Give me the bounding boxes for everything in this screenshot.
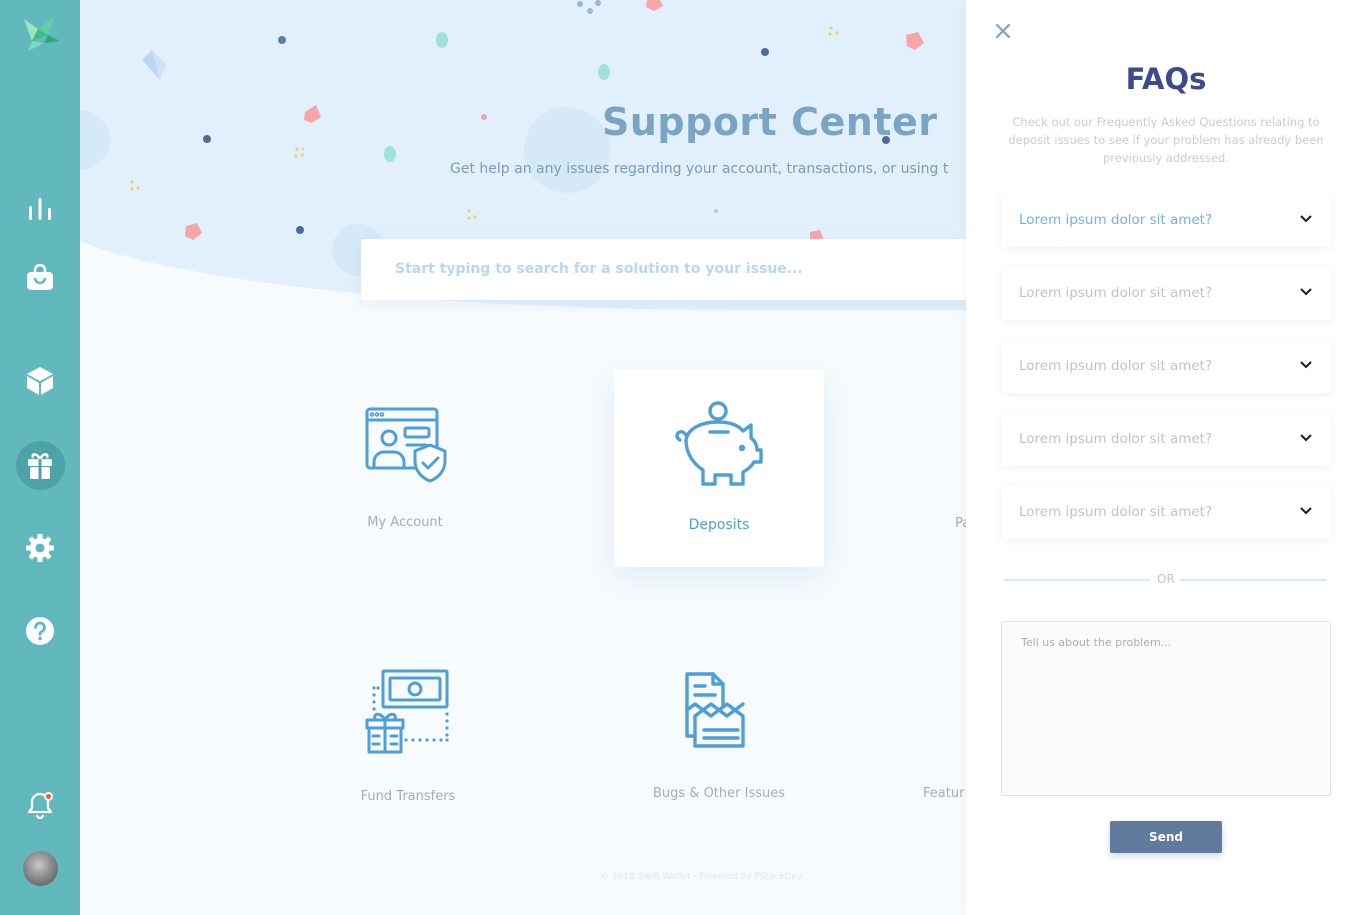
faq-question: Lorem ipsum dolor sit amet? bbox=[1019, 504, 1213, 520]
main-content: Support Center Get help an any issues re… bbox=[80, 0, 966, 915]
account-security-icon bbox=[365, 407, 447, 483]
help-icon bbox=[26, 617, 54, 645]
sidebar bbox=[0, 0, 80, 915]
faq-item[interactable]: Lorem ipsum dolor sit amet? bbox=[1001, 486, 1331, 539]
faq-item[interactable]: Lorem ipsum dolor sit amet? bbox=[1001, 413, 1331, 466]
category-my-account[interactable]: My Account bbox=[300, 370, 510, 567]
bird-logo-icon[interactable] bbox=[0, 8, 80, 54]
footer-copyright: © 2018 Swift Wallet - Powered by FStackD… bbox=[600, 872, 803, 882]
fund-transfer-icon bbox=[365, 669, 449, 754]
search-placeholder: Start typing to search for a solution to… bbox=[395, 261, 803, 277]
sidebar-item-rewards[interactable] bbox=[0, 450, 80, 480]
chevron-down-icon bbox=[1300, 507, 1312, 515]
faq-question: Lorem ipsum dolor sit amet? bbox=[1019, 431, 1213, 447]
category-deposits[interactable]: Deposits bbox=[614, 370, 824, 567]
category-label-partial[interactable]: Featur bbox=[923, 786, 964, 801]
page-subtitle: Get help an any issues regarding your ac… bbox=[450, 161, 949, 177]
cube-icon bbox=[27, 367, 53, 395]
sidebar-item-stats[interactable] bbox=[0, 193, 80, 223]
faq-question: Lorem ipsum dolor sit amet? bbox=[1019, 212, 1213, 228]
sidebar-item-help[interactable] bbox=[0, 615, 80, 647]
category-label: My Account bbox=[367, 515, 443, 530]
faq-question: Lorem ipsum dolor sit amet? bbox=[1019, 285, 1213, 301]
panel-title: FAQs bbox=[1125, 62, 1207, 96]
notification-badge bbox=[44, 792, 53, 801]
faq-item[interactable]: Lorem ipsum dolor sit amet? bbox=[1001, 194, 1331, 247]
panel-description: Check out our Frequently Asked Questions… bbox=[1008, 115, 1324, 165]
faq-panel: FAQs Check out our Frequently Asked Ques… bbox=[966, 0, 1366, 915]
sidebar-item-shop[interactable] bbox=[0, 262, 80, 292]
search-input[interactable]: Start typing to search for a solution to… bbox=[361, 239, 966, 300]
piggy-bank-icon bbox=[675, 401, 763, 486]
bar-chart-icon bbox=[29, 198, 51, 220]
category-label: Bugs & Other Issues bbox=[652, 786, 786, 801]
chevron-down-icon bbox=[1300, 361, 1312, 369]
chevron-down-icon bbox=[1300, 288, 1312, 296]
category-bugs-issues[interactable]: Bugs & Other Issues bbox=[614, 630, 824, 827]
bug-report-icon bbox=[685, 672, 745, 748]
problem-description-field[interactable] bbox=[1001, 621, 1331, 796]
divider-right bbox=[1180, 579, 1327, 581]
category-label-partial[interactable]: Pa bbox=[955, 516, 966, 531]
sidebar-item-settings[interactable] bbox=[0, 532, 80, 564]
send-button[interactable]: Send bbox=[1110, 821, 1222, 853]
user-avatar[interactable] bbox=[23, 851, 58, 886]
dot-pattern-decoration bbox=[260, 830, 430, 915]
page-title: Support Center bbox=[602, 100, 938, 144]
chevron-down-icon bbox=[1300, 215, 1312, 223]
faq-question: Lorem ipsum dolor sit amet? bbox=[1019, 358, 1213, 374]
close-button[interactable] bbox=[993, 21, 1013, 41]
shopping-bag-icon bbox=[27, 264, 53, 290]
sidebar-item-products[interactable] bbox=[0, 365, 80, 397]
category-fund-transfers[interactable]: Fund Transfers bbox=[303, 630, 513, 827]
faq-item[interactable]: Lorem ipsum dolor sit amet? bbox=[1001, 340, 1331, 393]
gear-icon bbox=[26, 534, 54, 562]
close-icon bbox=[995, 23, 1011, 39]
chevron-down-icon bbox=[1300, 434, 1312, 442]
faq-item[interactable]: Lorem ipsum dolor sit amet? bbox=[1001, 267, 1331, 320]
gift-icon bbox=[28, 453, 52, 479]
notifications-button[interactable] bbox=[0, 790, 80, 820]
category-label: Fund Transfers bbox=[360, 789, 456, 804]
category-label: Deposits bbox=[688, 517, 750, 533]
